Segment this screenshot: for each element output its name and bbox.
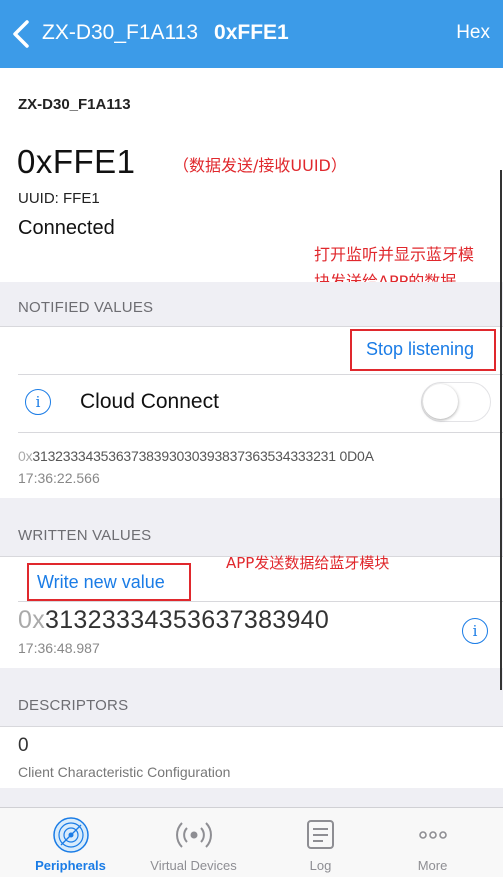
log-icon bbox=[306, 820, 334, 849]
characteristic-annotation: （数据发送/接收UUID） bbox=[173, 156, 347, 175]
chevron-left-icon bbox=[13, 20, 29, 48]
written-value: 0x31323334353637383940 bbox=[18, 606, 329, 635]
write-new-value-button[interactable]: Write new value bbox=[37, 572, 165, 593]
back-button[interactable] bbox=[10, 14, 32, 54]
info-icon[interactable]: i bbox=[462, 618, 488, 644]
connection-status: Connected bbox=[18, 217, 115, 239]
more-icon bbox=[418, 831, 447, 839]
hex-prefix: 0x bbox=[18, 606, 46, 634]
device-name: ZX-D30_F1A113 bbox=[18, 96, 131, 113]
uuid-line: UUID: FFE1 bbox=[18, 190, 100, 207]
notified-values-label: NOTIFIED VALUES bbox=[18, 299, 154, 316]
written-values-label: WRITTEN VALUES bbox=[18, 527, 152, 544]
notified-value-text: 3132333435363738393030393837363534333231… bbox=[32, 448, 374, 464]
tab-label: More bbox=[417, 858, 448, 873]
tab-log[interactable]: Log bbox=[258, 808, 383, 877]
tab-peripherals[interactable]: Peripherals bbox=[8, 808, 133, 877]
section-spacer bbox=[0, 788, 503, 808]
toggle-knob bbox=[423, 384, 458, 419]
descriptor-value: 0 bbox=[18, 735, 29, 756]
characteristic-name: 0xFFE1 bbox=[17, 143, 136, 180]
tab-bar: Peripherals Virtual Devices Log More bbox=[0, 807, 503, 877]
info-icon[interactable]: i bbox=[25, 389, 51, 415]
notified-values-header: NOTIFIED VALUES bbox=[0, 282, 503, 326]
cloud-connect-label: Cloud Connect bbox=[80, 390, 219, 413]
tab-label: Log bbox=[309, 858, 332, 873]
stop-listening-button[interactable]: Stop listening bbox=[366, 339, 474, 360]
nav-uuid: 0xFFE1 bbox=[214, 21, 289, 44]
tab-virtual-devices[interactable]: Virtual Devices bbox=[131, 808, 256, 877]
divider bbox=[18, 601, 503, 602]
cloud-connect-toggle[interactable] bbox=[421, 382, 491, 422]
written-values-header: WRITTEN VALUES bbox=[0, 498, 503, 556]
written-value-text: 31323334353637383940 bbox=[45, 606, 330, 634]
navigation-bar: ZX-D30_F1A113 0xFFE1 Hex bbox=[0, 0, 503, 68]
divider bbox=[18, 374, 503, 375]
notified-time: 17:36:22.566 bbox=[18, 470, 100, 486]
write-annotation: APP发送数据给蓝牙模块 bbox=[226, 554, 390, 572]
nav-device-name: ZX-D30_F1A113 bbox=[42, 21, 199, 44]
descriptor-name[interactable]: Client Characteristic Configuration bbox=[18, 764, 230, 780]
notified-value: 0x31323334353637383930303938373635343332… bbox=[18, 448, 374, 464]
tab-label: Virtual Devices bbox=[150, 858, 237, 873]
notify-annotation-line1: 打开监听并显示蓝牙模 bbox=[314, 245, 475, 264]
divider bbox=[0, 726, 503, 727]
descriptors-header: DESCRIPTORS bbox=[0, 668, 503, 726]
descriptors-label: DESCRIPTORS bbox=[18, 697, 129, 714]
hex-prefix: 0x bbox=[18, 448, 33, 464]
scroll-indicator bbox=[500, 170, 502, 690]
tab-more[interactable]: More bbox=[370, 808, 495, 877]
written-time: 17:36:48.987 bbox=[18, 640, 100, 656]
tab-label: Peripherals bbox=[35, 858, 106, 873]
virtual-devices-icon bbox=[175, 822, 212, 848]
divider bbox=[0, 326, 503, 327]
divider bbox=[18, 432, 503, 433]
peripherals-icon bbox=[52, 817, 89, 853]
hex-button[interactable]: Hex bbox=[456, 22, 490, 44]
nav-title[interactable]: ZX-D30_F1A113 0xFFE1 bbox=[42, 21, 289, 45]
